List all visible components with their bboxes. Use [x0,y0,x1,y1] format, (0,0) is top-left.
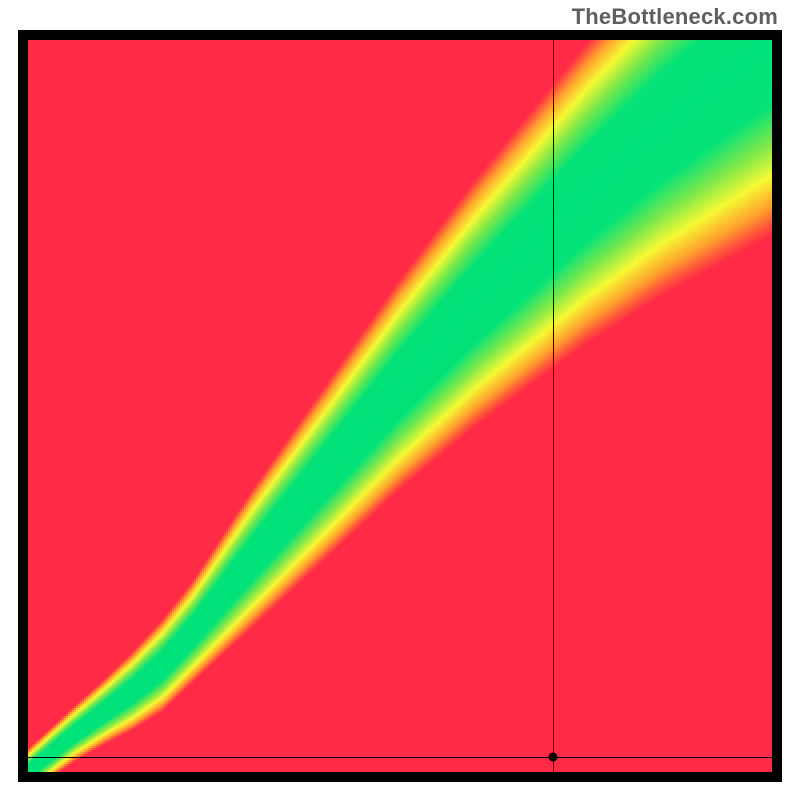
crosshair-horizontal [28,757,772,758]
watermark-label: TheBottleneck.com [572,4,778,30]
chart-container: TheBottleneck.com [0,0,800,800]
plot-frame [18,30,782,782]
heatmap-canvas [28,40,772,772]
plot-area[interactable] [28,40,772,772]
crosshair-marker [548,753,557,762]
crosshair-vertical [553,40,554,772]
